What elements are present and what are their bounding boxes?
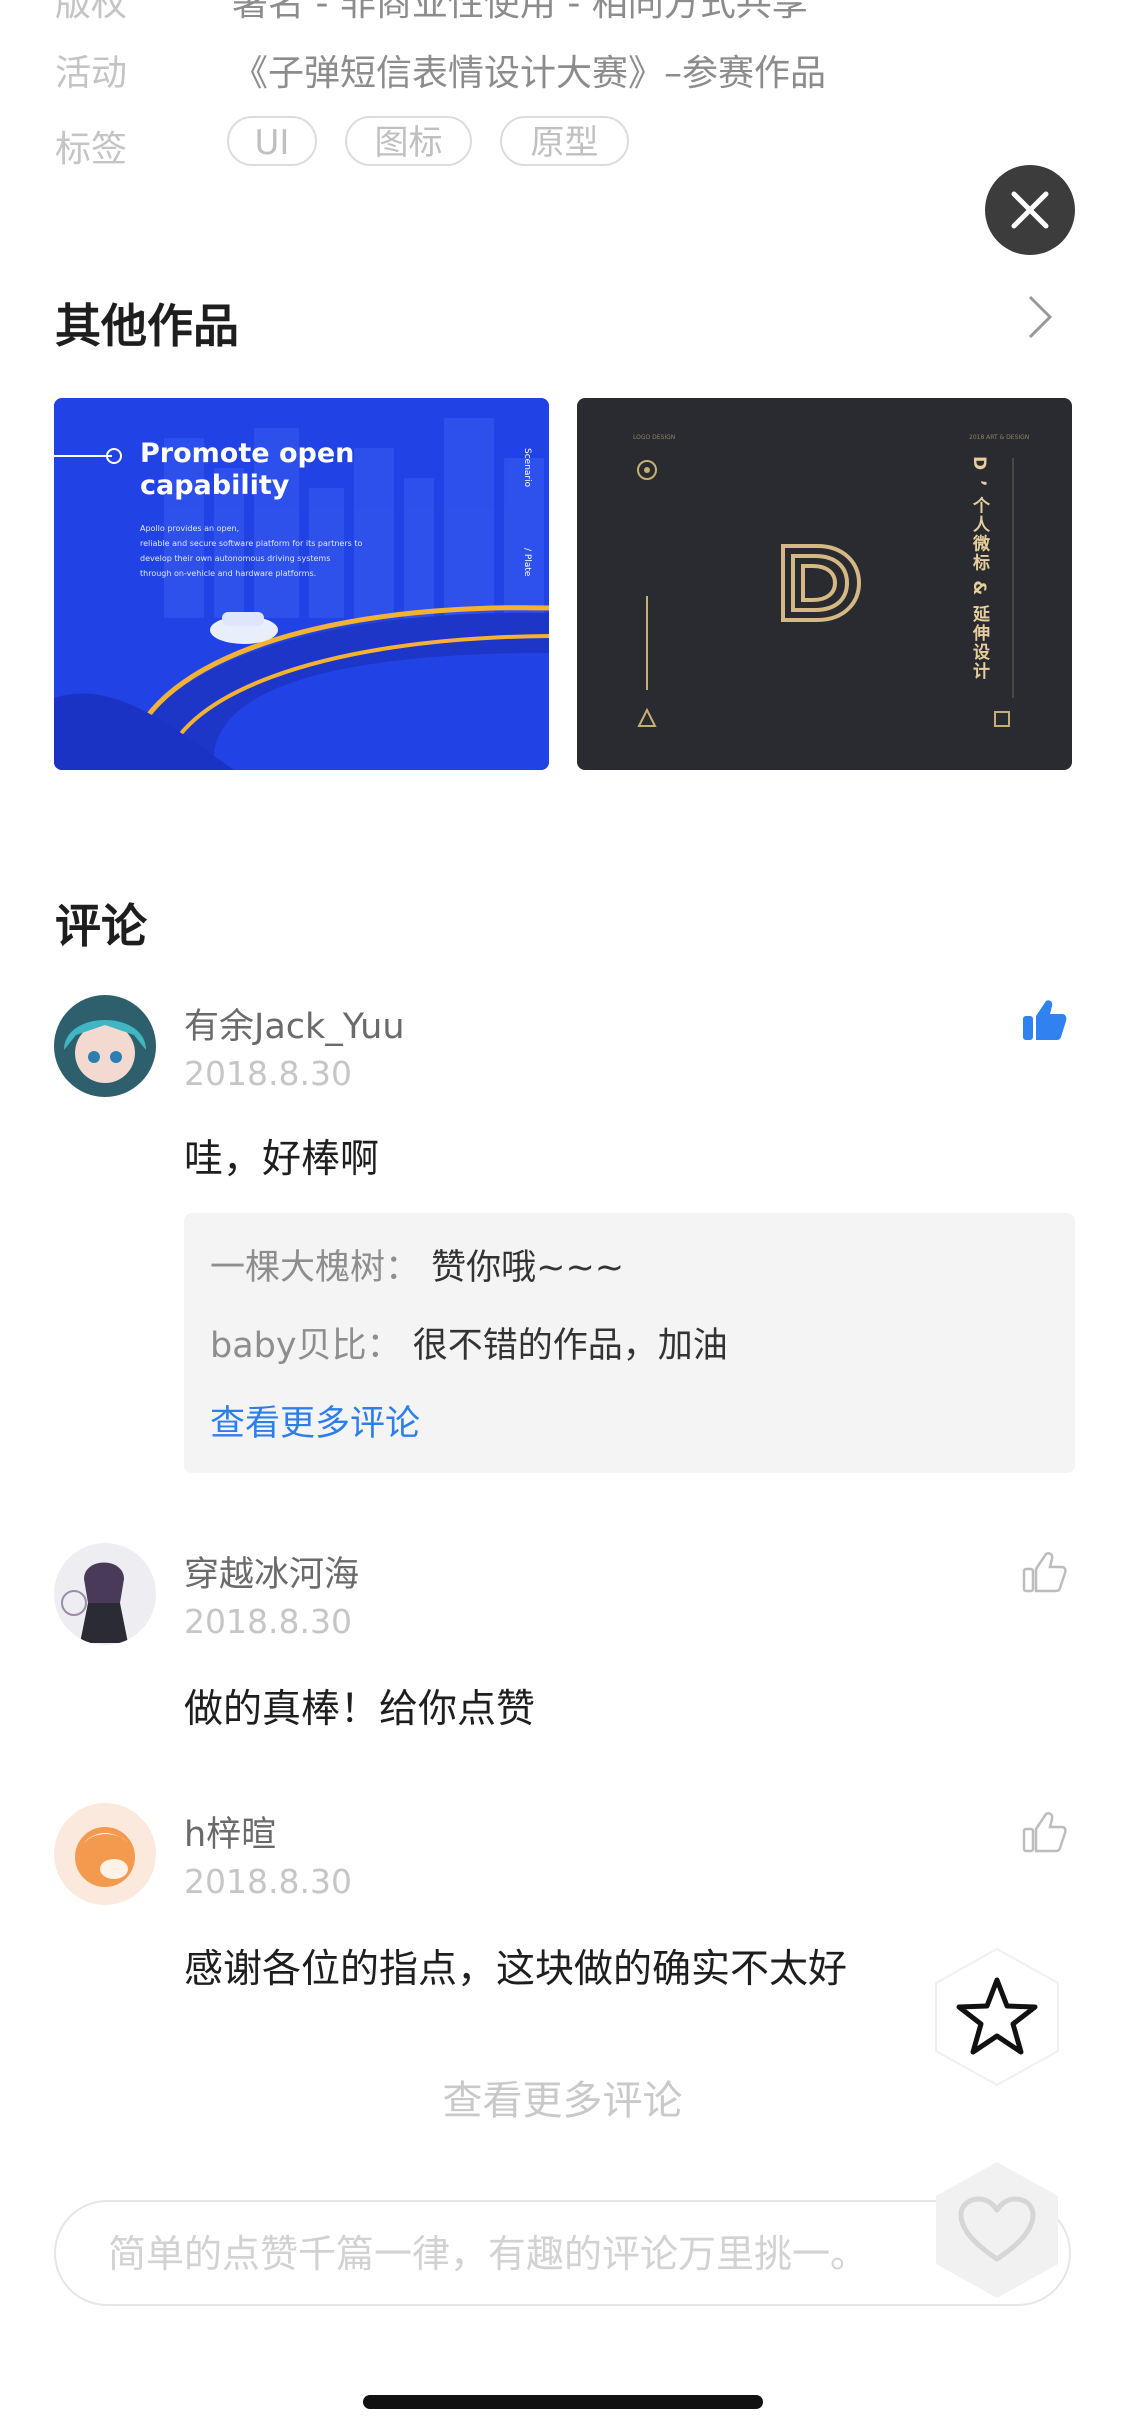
apollo-body-1: Apollo provides an open, (140, 524, 240, 533)
other-works-title: 其他作品 (55, 299, 239, 353)
home-indicator[interactable] (363, 2395, 763, 2409)
copyright-label: 版权 (55, 0, 128, 24)
reply-author[interactable]: 一棵大槐树： (210, 1248, 420, 1288)
tag-ui[interactable]: UI (227, 116, 317, 166)
logo-vertical-title: D ’ 个人微标 & 延伸设计 (969, 456, 989, 682)
apollo-body-4: through on-vehicle and hardware platform… (140, 569, 317, 578)
comment-input[interactable] (106, 2202, 990, 2306)
reply-author[interactable]: baby贝比： (210, 1326, 402, 1366)
reply-body: 很不错的作品，加油 (412, 1326, 728, 1366)
copyright-value: 署名 - 非商业性使用 - 相同方式共享 (232, 0, 808, 24)
line-circle-decoration (54, 448, 122, 464)
avatar-illustration-image (54, 1543, 156, 1645)
comment-text: 哇，好棒啊 (184, 1137, 380, 1182)
avatar[interactable] (54, 1543, 156, 1645)
reply-item: 一棵大槐树： 赞你哦~~~ (210, 1239, 624, 1290)
apollo-body-2: reliable and secure software platform fo… (140, 539, 363, 548)
activity-label: 活动 (55, 53, 128, 94)
comment-input-bar[interactable] (54, 2200, 1071, 2306)
reply-item: baby贝比： 很不错的作品，加油 (210, 1317, 728, 1368)
comment-text: 感谢各位的指点，这块做的确实不太好 (184, 1947, 848, 1992)
comment-date: 2018.8.30 (184, 1602, 352, 1641)
avatar-anime-girl-image (54, 995, 156, 1097)
apollo-side-text-1: Scenario (522, 448, 532, 488)
avatar[interactable] (54, 1803, 156, 1905)
reply-thread: 一棵大槐树： 赞你哦~~~ baby贝比： 很不错的作品，加油 查看更多评论 (184, 1213, 1075, 1473)
thumbs-up-outline-icon[interactable] (1020, 1808, 1068, 1856)
avatar[interactable] (54, 995, 156, 1097)
thumbs-up-outline-icon[interactable] (1020, 1548, 1068, 1596)
thumbs-up-filled-icon[interactable] (1020, 996, 1068, 1044)
apollo-body-3: develop their own autonomous driving sys… (140, 554, 331, 563)
work-card-personal-logo[interactable]: LOGO DESIGN 2018 ART & DESIGN D ’ 个人微标 &… (577, 398, 1072, 770)
comment-date: 2018.8.30 (184, 1862, 352, 1901)
chevron-right-icon[interactable] (1025, 292, 1055, 342)
apollo-heading-2: capability (140, 470, 290, 501)
comment-author[interactable]: 穿越冰河海 (184, 1546, 359, 1597)
comment-text: 做的真棒！给你点赞 (184, 1687, 536, 1732)
comment-author[interactable]: h梓暄 (184, 1806, 276, 1857)
avatar-animal-image (54, 1803, 156, 1905)
tag-icon[interactable]: 图标 (345, 116, 472, 166)
favorite-button[interactable] (930, 1945, 1064, 2089)
activity-value[interactable]: 《子弹短信表情设计大赛》–参赛作品 (232, 44, 826, 96)
tags-label: 标签 (55, 129, 128, 170)
view-more-replies-link[interactable]: 查看更多评论 (210, 1395, 420, 1446)
comments-title: 评论 (55, 899, 147, 953)
comment-date: 2018.8.30 (184, 1054, 352, 1093)
apollo-heading-1: Promote open (140, 438, 355, 469)
close-button[interactable] (985, 165, 1075, 255)
comment-author[interactable]: 有余Jack_Yuu (184, 998, 405, 1049)
tag-prototype[interactable]: 原型 (500, 116, 629, 166)
star-icon (956, 1977, 1038, 2055)
reply-body: 赞你哦~~~ (431, 1248, 625, 1288)
like-work-button[interactable] (930, 2158, 1064, 2302)
close-icon (1011, 191, 1049, 229)
work-card-apollo[interactable]: Promote open capability Apollo provides … (54, 398, 549, 770)
heart-icon (958, 2196, 1036, 2262)
gold-logo-illustration (637, 458, 1014, 727)
apollo-side-text-2: / Plate (522, 548, 532, 577)
